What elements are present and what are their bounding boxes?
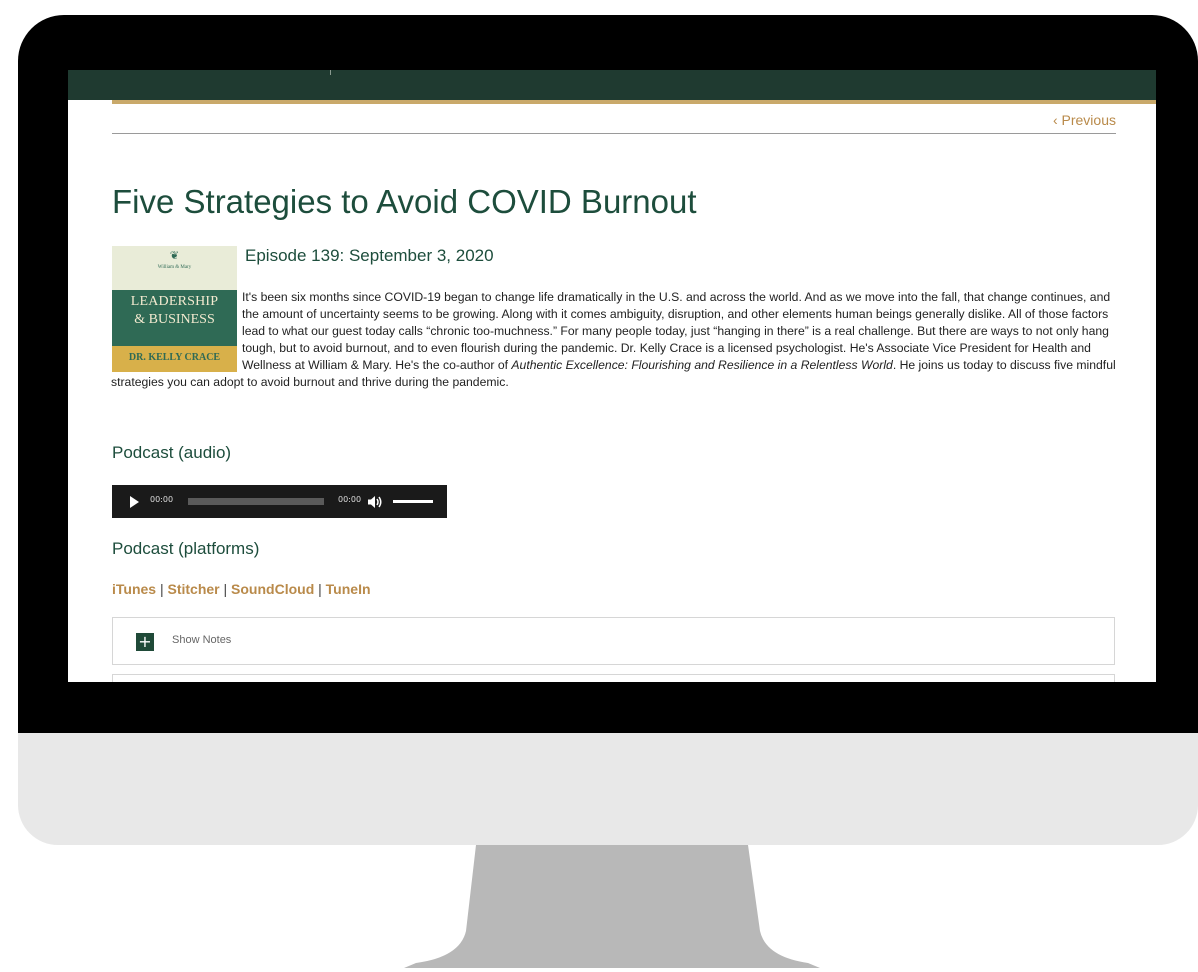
link-separator: | [156,581,168,597]
link-separator: | [219,581,232,597]
book-title: Authentic Excellence: Flourishing and Re… [511,358,893,372]
volume-slider[interactable] [393,500,433,503]
current-time: 00:00 [150,495,174,504]
cover-art-header: ❦ William & Mary [112,246,237,290]
monitor-screen: ‹ Previous Five Strategies to Avoid COVI… [68,70,1156,682]
header-accent-line [68,100,1156,104]
monitor-chin [18,733,1198,845]
previous-link[interactable]: ‹ Previous [1053,112,1116,128]
platform-link-soundcloud[interactable]: SoundCloud [231,581,314,597]
cypher-crest-icon: ❦ [169,249,180,262]
show-notes-accordion[interactable]: + Show Notes [112,617,1115,665]
audio-section-heading: Podcast (audio) [112,443,232,462]
platform-link-stitcher[interactable]: Stitcher [168,581,220,597]
speaker-icon[interactable] [367,494,383,508]
platform-link-tunein[interactable]: TuneIn [326,581,371,597]
platform-link-itunes[interactable]: iTunes [112,581,156,597]
platforms-section-heading: Podcast (platforms) [112,539,260,558]
description-text: It's been six months since COVID-19 bega… [111,289,1119,391]
audio-player: 00:00 00:00 [112,485,447,518]
next-accordion[interactable] [112,674,1115,682]
cover-art-crest-text: William & Mary [157,265,192,270]
progress-slider[interactable] [188,498,324,505]
episode-description: It's been six months since COVID-19 bega… [111,289,1119,391]
site-header [68,70,1156,100]
monitor-stand [404,845,820,968]
play-icon[interactable] [130,496,139,508]
platform-links: iTunes | Stitcher | SoundCloud | TuneIn [112,581,371,597]
divider [112,133,1116,134]
link-separator: | [314,581,326,597]
header-divider [330,70,331,75]
show-notes-label[interactable]: Show Notes [172,634,231,646]
expand-plus-icon[interactable]: + [136,633,154,651]
episode-heading: Episode 139: September 3, 2020 [245,246,494,265]
duration-time: 00:00 [338,495,362,504]
page-title: Five Strategies to Avoid COVID Burnout [112,183,697,220]
